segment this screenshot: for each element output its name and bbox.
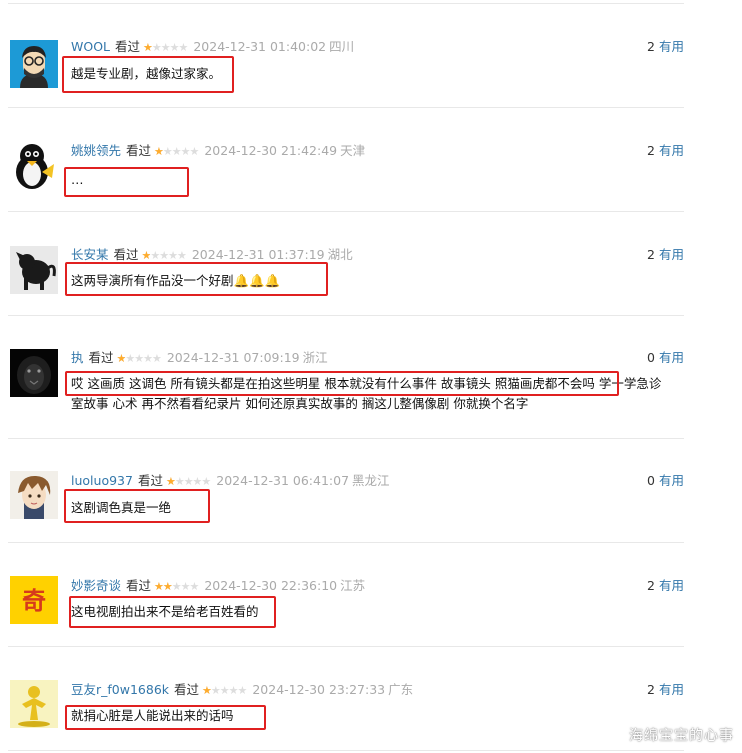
comment-meta: 豆友r_f0w1686k 看过★★★★★★★★★★ 2024-12-30 23:27… [71, 680, 413, 700]
highlight-box [65, 705, 266, 730]
useful-vote: 0 有用 [647, 348, 684, 368]
comment-item: 豆友r_f0w1686k 看过★★★★★★★★★★ 2024-12-30 23:27… [8, 647, 684, 751]
comment-location: 天津 [340, 143, 366, 158]
useful-count: 2 [647, 682, 655, 697]
comment-time: 2024-12-31 01:40:02 [193, 39, 327, 54]
avatar[interactable]: 奇 [10, 576, 58, 624]
comment-location: 江苏 [340, 578, 366, 593]
comment-time: 2024-12-30 22:36:10 [204, 578, 338, 593]
watch-status: 看过 [113, 247, 139, 262]
useful-count: 2 [647, 247, 655, 262]
avatar[interactable] [10, 680, 58, 728]
useful-count: 2 [647, 578, 655, 593]
comment-meta: luoluo937看过★★★★★★★★★★2024-12-31 06:41:07… [71, 471, 390, 491]
author-link[interactable]: 长安某 [71, 247, 109, 262]
avatar[interactable] [10, 40, 58, 88]
star-rating: ★★★★★★★★★★ [154, 145, 199, 158]
star-rating: ★★★★★★★★★★ [116, 352, 162, 365]
comment-location: 黑龙江 [352, 473, 390, 488]
highlight-box [69, 596, 276, 628]
avatar-badge-char: 奇 [22, 587, 46, 615]
useful-button[interactable]: 有用 [659, 39, 684, 54]
watch-status: 看过 [174, 682, 200, 697]
comment-time: 2024-12-31 01:37:19 [191, 247, 325, 262]
avatar[interactable] [10, 471, 58, 519]
highlight-box [65, 371, 619, 396]
comment-item: 长安某看过★★★★★★★★★★2024-12-31 01:37:19湖北 2有用… [8, 212, 684, 316]
useful-count: 0 [647, 473, 655, 488]
useful-vote: 2 有用 [647, 141, 684, 161]
watch-status: 看过 [115, 39, 141, 54]
comment-meta: 妙影奇谈看过★★★★★★★★★★ 2024-12-30 22:36:10江苏 [71, 576, 365, 596]
useful-button[interactable]: 有用 [659, 143, 684, 158]
useful-vote: 2 有用 [647, 680, 684, 700]
comment-item: 执看过★★★★★★★★★★2024-12-31 07:09:19浙江 0有用 哎… [8, 316, 684, 439]
star-rating: ★★★★★★★★★★ [154, 580, 199, 593]
useful-button[interactable]: 有用 [659, 682, 684, 697]
comment-item: luoluo937看过★★★★★★★★★★2024-12-31 06:41:07… [8, 439, 684, 543]
useful-count: 2 [647, 39, 655, 54]
highlight-box [64, 167, 189, 197]
useful-vote: 2 有用 [647, 576, 684, 596]
useful-vote: 2 有用 [647, 37, 684, 57]
watch-status: 看过 [88, 350, 114, 365]
useful-count: 0 [647, 350, 655, 365]
watch-status: 看过 [126, 143, 152, 158]
comment-item: 奇 妙影奇谈看过★★★★★★★★★★2024-12-30 22:36:10江苏 … [8, 543, 684, 647]
author-link[interactable]: 妙影奇谈 [71, 578, 121, 593]
comment-time: 2024-12-31 07:09:19 [166, 350, 300, 365]
comment-location: 湖北 [327, 247, 353, 262]
comment-time: 2024-12-31 06:41:07 [216, 473, 350, 488]
author-link[interactable]: 豆友r_f0w1686k [71, 682, 169, 697]
useful-button[interactable]: 有用 [659, 350, 684, 365]
watch-status: 看过 [126, 578, 152, 593]
comment-meta: 执看过★★★★★★★★★★ 2024-12-31 07:09:19浙江 [71, 348, 328, 368]
highlight-box [62, 56, 234, 93]
comment-location: 广东 [388, 682, 414, 697]
useful-vote: 0 有用 [647, 471, 684, 491]
author-link[interactable]: 姚姚领先 [71, 143, 121, 158]
comment-location: 四川 [329, 39, 355, 54]
comment-meta: WOOL 看过★★★★★★★★★★ 2024-12-31 01:40:02四川 [71, 37, 354, 57]
author-link[interactable]: WOOL [71, 39, 110, 54]
useful-button[interactable]: 有用 [659, 247, 684, 262]
author-link[interactable]: 执 [71, 350, 84, 365]
star-rating: ★★★★★★★★★★ [202, 684, 247, 697]
author-link[interactable]: luoluo937 [71, 473, 133, 488]
comment-item: 姚姚领先看过★★★★★★★★★★ 2024-12-30 21:42:49天津 2有… [8, 108, 684, 212]
highlight-box [64, 489, 210, 523]
comment-time: 2024-12-30 23:27:33 [252, 682, 386, 697]
useful-button[interactable]: 有用 [659, 473, 684, 488]
star-rating: ★★★★★★★★★★ [143, 41, 188, 54]
comment-location: 浙江 [302, 350, 328, 365]
comment-time: 2024-12-30 21:42:49 [204, 143, 338, 158]
highlight-box [65, 262, 328, 296]
watch-status: 看过 [137, 473, 163, 488]
useful-button[interactable]: 有用 [659, 578, 684, 593]
avatar[interactable] [10, 246, 58, 294]
avatar[interactable] [10, 142, 58, 190]
useful-vote: 2 有用 [647, 245, 684, 265]
comment-meta: 姚姚领先看过★★★★★★★★★★ 2024-12-30 21:42:49天津 [71, 141, 365, 161]
useful-count: 2 [647, 143, 655, 158]
avatar[interactable] [10, 349, 58, 397]
watermark: 海绵宝宝的心事 [629, 728, 734, 744]
comment-item: WOOL 看过★★★★★★★★★★ 2024-12-31 01:40:02四川 2有… [8, 4, 684, 108]
